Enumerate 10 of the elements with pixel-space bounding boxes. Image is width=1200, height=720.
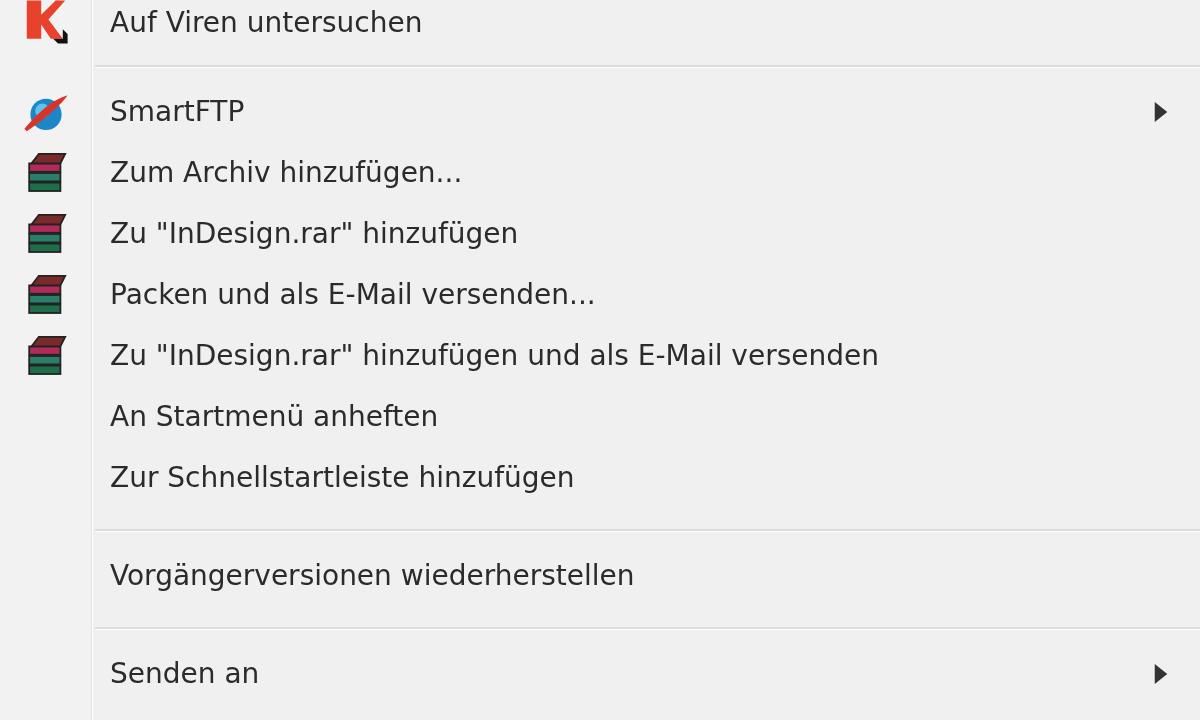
menu-item[interactable]: Zu "InDesign.rar" hinzufügen	[0, 203, 1200, 264]
menu-item[interactable]: SmartFTP	[0, 81, 1200, 142]
menu-item[interactable]: Vorgängerversionen wiederherstellen	[0, 545, 1200, 606]
menu-item[interactable]: Zum Archiv hinzufügen...	[0, 142, 1200, 203]
menu-item[interactable]: Senden an	[0, 643, 1200, 704]
menu-item[interactable]: Auf Viren untersuchen	[0, 0, 1200, 44]
menu-item[interactable]: Zur Schnellstartleiste hinzufügen	[0, 447, 1200, 508]
menu-item[interactable]: An Startmenü anheften	[0, 386, 1200, 447]
menu-item[interactable]: Zu "InDesign.rar" hinzufügen und als E-Mail versenden	[0, 325, 1200, 386]
menu-item[interactable]: Packen und als E-Mail versenden...	[0, 264, 1200, 325]
